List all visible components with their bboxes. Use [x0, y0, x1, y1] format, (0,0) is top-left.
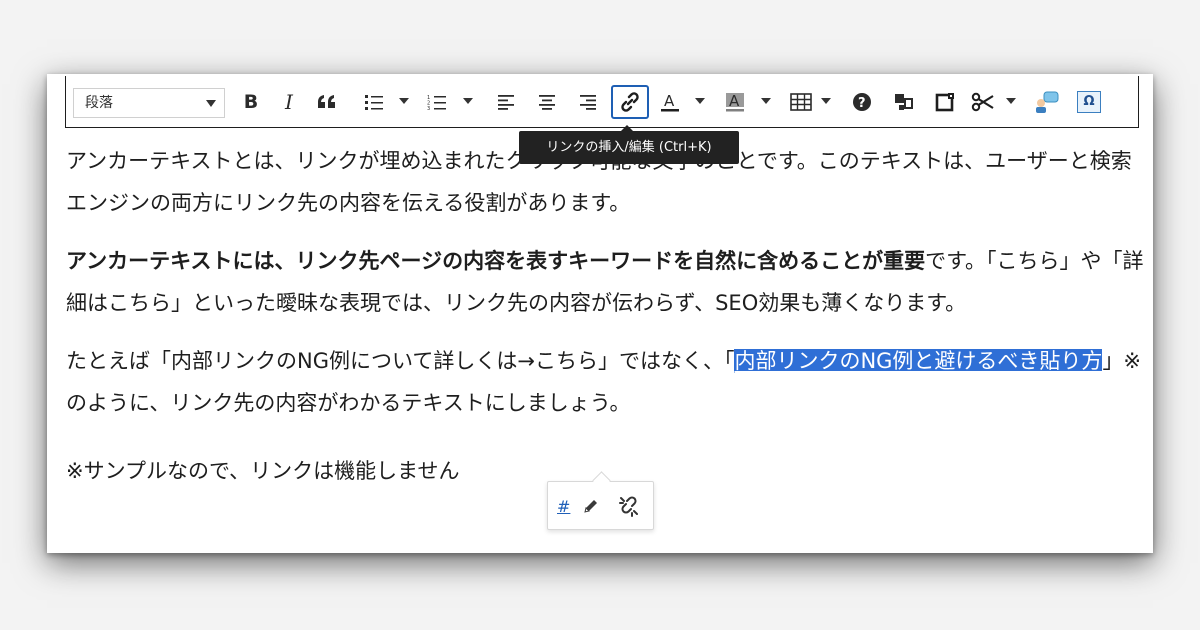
help-icon: ?: [853, 93, 871, 111]
editor-toolbar: 段落 B I 1 2 3 A A ? Ω: [65, 76, 1139, 128]
svg-text:A: A: [729, 92, 740, 110]
background-color-dropdown-icon[interactable]: [761, 98, 771, 104]
table-button[interactable]: [785, 86, 817, 118]
background-color-button[interactable]: A: [719, 86, 751, 118]
edit-link-button[interactable]: [582, 494, 600, 518]
selected-link-text[interactable]: 内部リンクのNG例と避けるべき貼り方: [734, 349, 1103, 373]
bullet-list-dropdown-icon[interactable]: [399, 98, 409, 104]
paragraph-2-bold: アンカーテキストには、リンク先ページの内容を表すキーワードを自然に含めることが重…: [66, 249, 926, 273]
text-color-dropdown-icon[interactable]: [695, 98, 705, 104]
paragraph-3: たとえば「内部リンクのNG例について詳しくは→こちら」ではなく、「内部リンクのN…: [66, 340, 1146, 424]
blockquote-button[interactable]: [311, 86, 343, 118]
scissors-dropdown-icon[interactable]: [1006, 98, 1016, 104]
bullet-list-icon: [365, 95, 383, 110]
insert-link-button[interactable]: [611, 85, 649, 119]
link-tooltip: リンクの挿入/編集 (Ctrl+K): [519, 125, 739, 164]
balloon-button[interactable]: [1031, 86, 1063, 118]
format-select[interactable]: 段落: [73, 88, 225, 118]
scissors-icon: [971, 92, 994, 112]
box-button[interactable]: [929, 86, 961, 118]
align-center-button[interactable]: [531, 86, 563, 118]
format-select-value: 段落: [85, 95, 113, 111]
link-url[interactable]: #: [557, 494, 570, 518]
text-color-button[interactable]: A: [654, 86, 686, 118]
link-popup: #: [547, 481, 654, 530]
align-right-icon: [580, 95, 596, 110]
insert-link-icon: [621, 92, 639, 112]
text-color-icon: A: [661, 92, 679, 112]
numbered-list-dropdown-icon[interactable]: [463, 98, 473, 104]
numbered-list-icon: 1 2 3: [427, 95, 446, 110]
align-right-button[interactable]: [572, 86, 604, 118]
table-icon: [790, 93, 812, 111]
bold-icon: B: [243, 91, 259, 113]
editor-card: 段落 B I 1 2 3 A A ? Ω リンクの挿入/編集 (Ctrl+K) …: [47, 74, 1153, 553]
blockquote-icon: [318, 95, 335, 108]
italic-icon: I: [285, 90, 293, 114]
align-left-icon: [498, 95, 514, 110]
paragraph-2: アンカーテキストには、リンク先ページの内容を表すキーワードを自然に含めることが重…: [66, 240, 1146, 324]
numbered-list-button[interactable]: 1 2 3: [421, 86, 453, 118]
svg-text:A: A: [664, 92, 675, 110]
special-char-icon: Ω: [1077, 91, 1101, 113]
chevron-down-icon: [206, 100, 216, 107]
background-color-icon: A: [726, 92, 744, 112]
shortcode-button[interactable]: [888, 86, 920, 118]
table-dropdown-icon[interactable]: [821, 98, 831, 104]
bullet-list-button[interactable]: [358, 86, 390, 118]
svg-text:3: 3: [427, 106, 430, 110]
paragraph-3-text-before: たとえば「内部リンクのNG例について詳しくは→こちら」ではなく、「: [66, 349, 735, 373]
balloon-icon: [1036, 91, 1059, 113]
align-left-button[interactable]: [490, 86, 522, 118]
shortcode-icon: [895, 94, 913, 110]
special-char-button[interactable]: Ω: [1073, 86, 1105, 118]
scissors-button[interactable]: [967, 86, 999, 118]
remove-link-button[interactable]: [618, 494, 640, 518]
unlink-icon: [619, 496, 638, 517]
bold-button[interactable]: B: [235, 86, 267, 118]
align-center-icon: [539, 95, 555, 110]
help-button[interactable]: ?: [846, 86, 878, 118]
box-icon: [935, 93, 954, 112]
svg-text:?: ?: [858, 96, 866, 111]
italic-button[interactable]: I: [273, 86, 305, 118]
paragraph-4-text: ※サンプルなので、リンクは機能しません: [66, 459, 460, 483]
pencil-icon: [584, 500, 597, 513]
editor-content[interactable]: アンカーテキストとは、リンクが埋め込まれたクリック可能な文字のことです。このテキ…: [66, 140, 1146, 508]
